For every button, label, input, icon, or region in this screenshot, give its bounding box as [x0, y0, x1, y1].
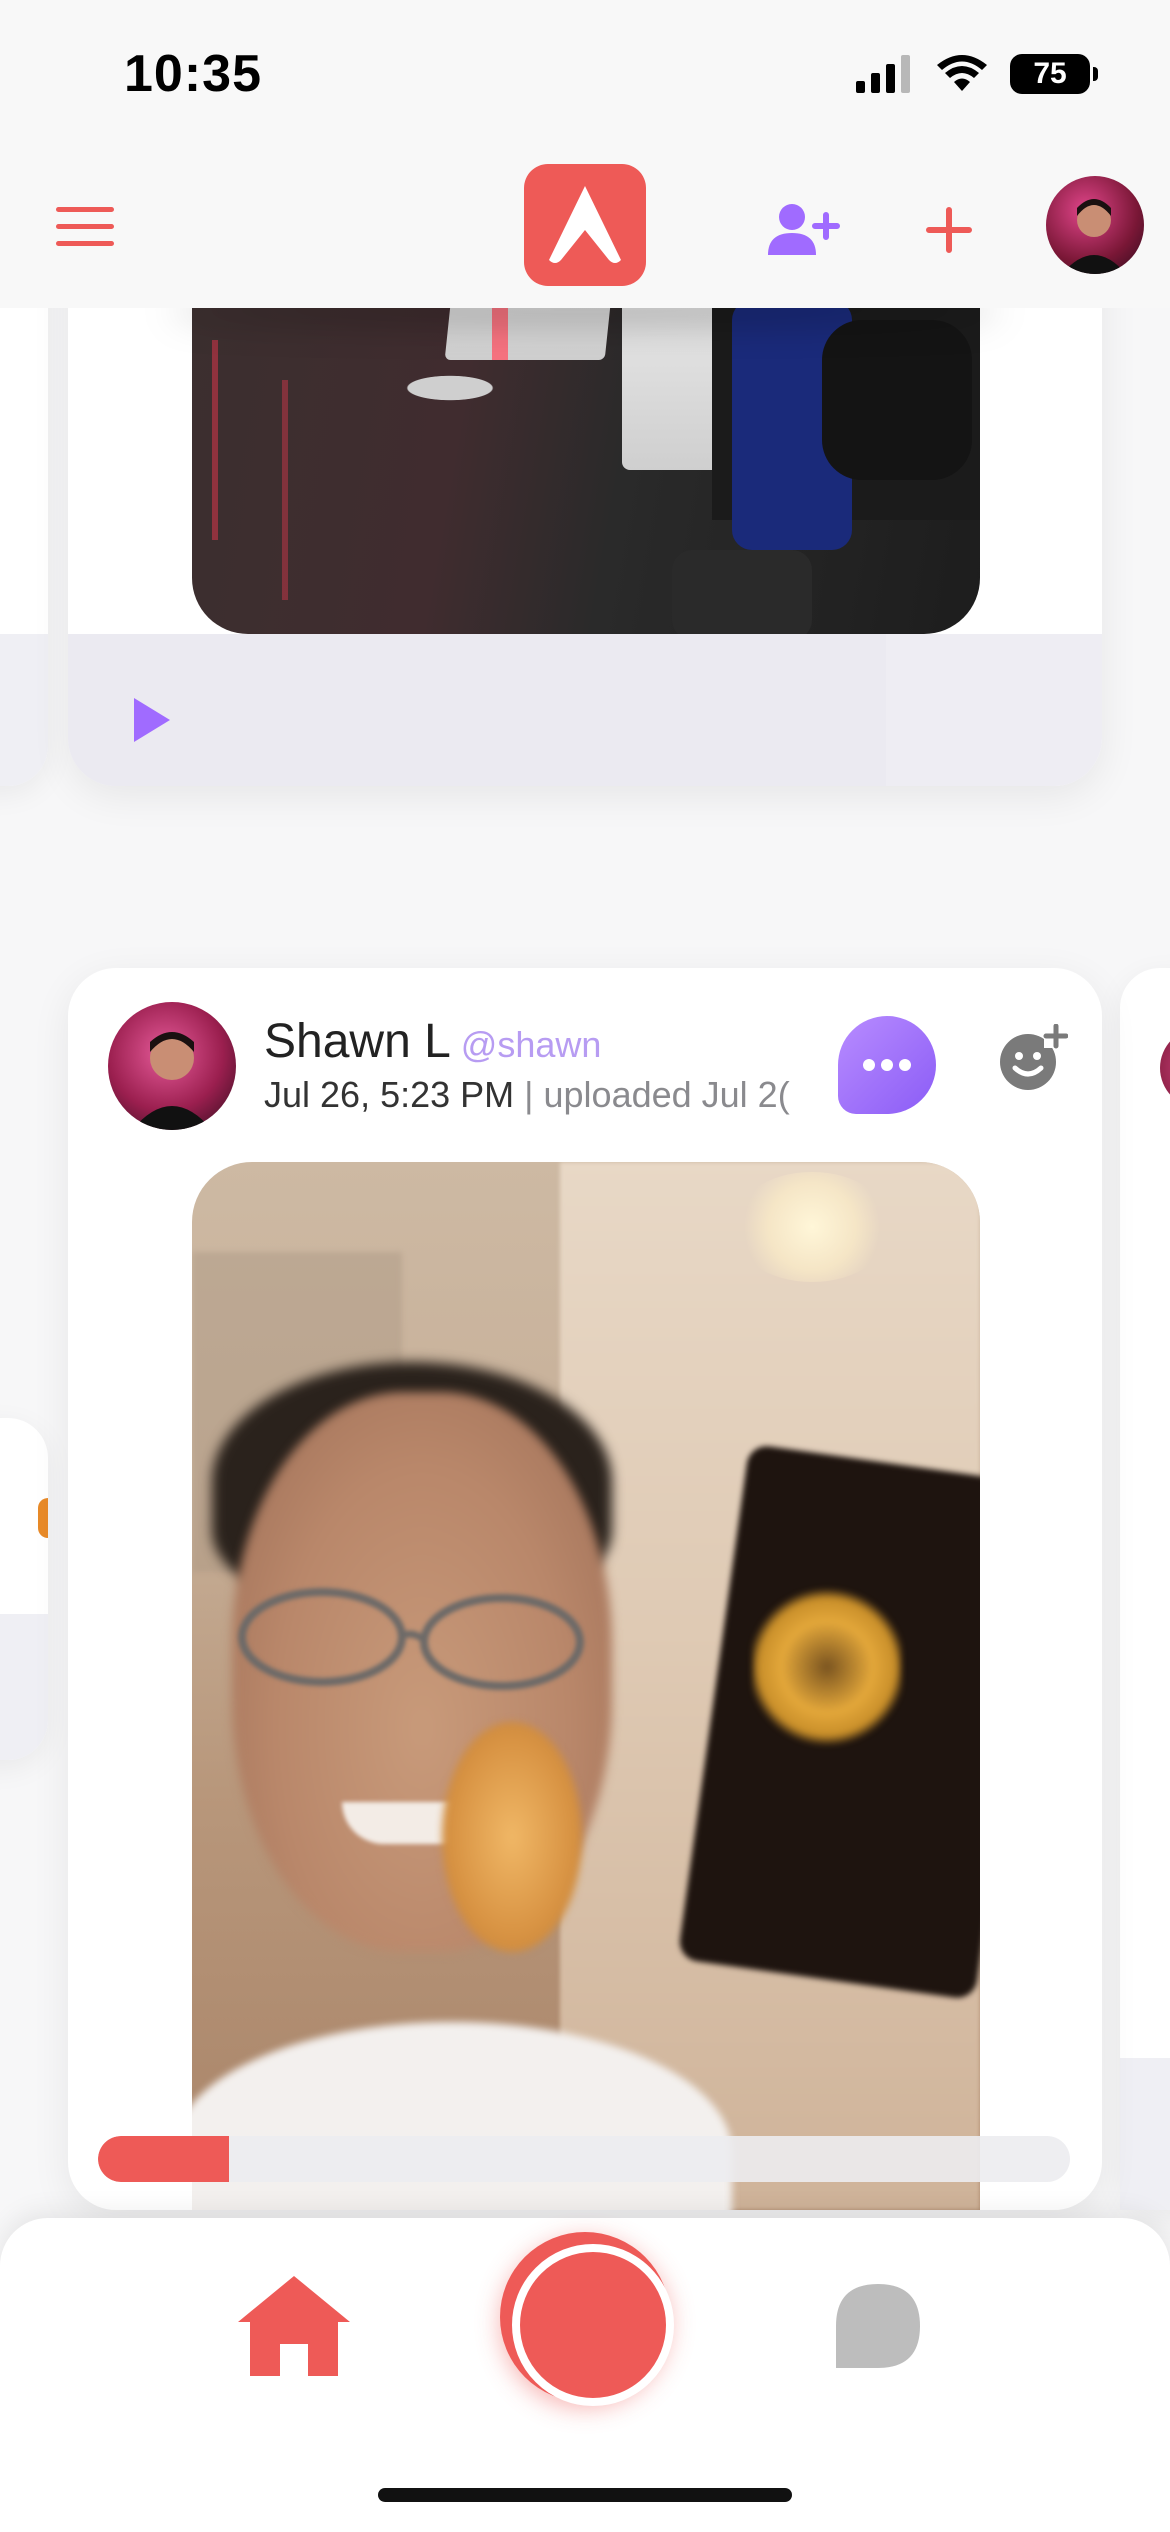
- profile-avatar[interactable]: [1046, 176, 1144, 274]
- top-nav: [0, 150, 1170, 308]
- feed[interactable]: Shawn L @shawn Jul 26, 5:23 PM | uploaded…: [0, 0, 1170, 2532]
- author-handle: @shawn: [460, 1024, 602, 1065]
- side-card-left-middle[interactable]: [0, 1418, 48, 1760]
- add-reaction-icon: [1000, 1023, 1069, 1090]
- more-options-icon: [863, 1059, 911, 1071]
- home-icon: [238, 2276, 350, 2376]
- app-logo-icon: [549, 186, 621, 263]
- more-options-button[interactable]: [838, 1016, 936, 1114]
- status-time: 10:35: [124, 45, 262, 103]
- chat-tab[interactable]: [828, 2278, 928, 2378]
- playback-progress-bar[interactable]: [98, 2136, 1070, 2182]
- app-logo-button[interactable]: [524, 164, 646, 286]
- menu-button[interactable]: [48, 190, 122, 264]
- add-friend-button[interactable]: [762, 190, 846, 270]
- wifi-icon: [937, 55, 987, 91]
- side-card-right[interactable]: [1120, 968, 1170, 2210]
- audio-progress: [68, 634, 886, 786]
- author-avatar[interactable]: [108, 1002, 236, 1130]
- hamburger-menu-icon: [56, 207, 114, 246]
- author-display-name: Shawn L: [264, 1015, 451, 1068]
- plus-icon: [926, 207, 972, 253]
- status-bar: 10:35 75: [0, 0, 1170, 150]
- battery-icon: 75: [1010, 54, 1098, 94]
- add-reaction-button[interactable]: [996, 1023, 1069, 1096]
- post-meta: Jul 26, 5:23 PM | uploaded Jul 2(: [264, 1074, 816, 1116]
- record-button[interactable]: [500, 2232, 674, 2406]
- playback-progress-fill: [98, 2136, 230, 2182]
- home-tab[interactable]: [234, 2270, 354, 2380]
- post-photo[interactable]: [192, 1162, 980, 2210]
- add-friend-icon: [768, 204, 840, 255]
- post-card[interactable]: Shawn L @shawn Jul 26, 5:23 PM | uploaded…: [68, 968, 1102, 2210]
- post-timestamp: Jul 26, 5:23 PM: [264, 1074, 515, 1115]
- home-indicator: [378, 2488, 792, 2502]
- new-post-button[interactable]: [914, 190, 984, 270]
- cellular-signal-icon: [856, 55, 910, 93]
- chat-icon: [836, 2284, 920, 2368]
- battery-level: 75: [1033, 57, 1067, 90]
- play-icon[interactable]: [122, 692, 178, 748]
- bottom-tab-bar: [0, 2218, 1170, 2532]
- author-name[interactable]: Shawn L @shawn: [264, 1014, 601, 1069]
- status-icons: 75: [856, 54, 1098, 94]
- uploaded-date: | uploaded Jul 2(: [524, 1074, 790, 1115]
